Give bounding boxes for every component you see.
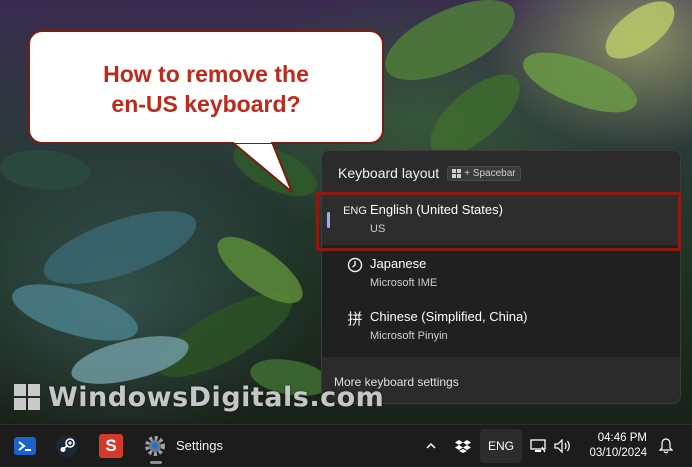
keyboard-layout-flyout: Keyboard layout + Spacebar ENG English (… [321,150,681,404]
layout-item-subtitle: Microsoft IME [370,277,438,289]
watermark-text: WindowsDigitals.com [48,381,385,413]
shortcut-hint: + Spacebar [447,165,521,181]
windows-logo-icon [14,384,40,410]
sumatra-letter: S [99,434,123,458]
network-icon[interactable] [527,425,549,467]
volume-icon[interactable] [551,425,575,467]
settings-taskbar-label[interactable]: Settings [176,438,223,453]
settings-gear-icon[interactable] [140,431,170,461]
layout-item-japanese[interactable]: Japanese Microsoft IME [322,247,680,299]
layout-item-subtitle: Microsoft Pinyin [370,330,448,342]
sumatra-pdf-icon[interactable]: S [96,431,126,461]
wallpaper-leaf [0,142,93,198]
powershell-icon[interactable] [10,431,40,461]
callout-bubble: How to remove the en-US keyboard? [28,30,384,144]
shortcut-text: + Spacebar [464,167,516,179]
notification-bell-icon[interactable] [654,425,678,467]
clock[interactable]: 04:46 PM 03/10/2024 [585,431,647,461]
callout-line-2: en-US keyboard? [111,91,301,117]
layout-item-chinese[interactable]: 拼 Chinese (Simplified, China) Microsoft … [322,300,680,352]
flyout-header: Keyboard layout + Spacebar [338,163,521,183]
input-language-button[interactable]: ENG [480,429,522,463]
clock-time: 04:46 PM [597,432,647,444]
layout-item-title: Japanese [370,256,427,271]
active-app-indicator [150,461,162,464]
wallpaper-leaf [35,200,205,295]
wallpaper-leaf [595,0,685,68]
watermark: WindowsDigitals.com [14,377,384,417]
taskbar: S Settings ENG 04:46 PM 03/10/2024 [0,424,692,466]
layout-item-title: Chinese (Simplified, China) [370,309,528,324]
steam-icon[interactable] [52,431,82,461]
show-hidden-icons-button[interactable] [420,425,442,467]
clock-ime-icon [340,255,370,275]
callout-text: How to remove the en-US keyboard? [30,59,382,119]
windows-key-icon [452,168,462,178]
callout-line-1: How to remove the [103,61,309,87]
flyout-title: Keyboard layout [338,165,440,181]
clock-date: 03/10/2024 [589,447,647,459]
chevron-up-icon [426,442,436,449]
highlight-box [316,192,681,251]
pinyin-icon: 拼 [347,310,363,328]
dropbox-icon[interactable] [450,425,476,467]
